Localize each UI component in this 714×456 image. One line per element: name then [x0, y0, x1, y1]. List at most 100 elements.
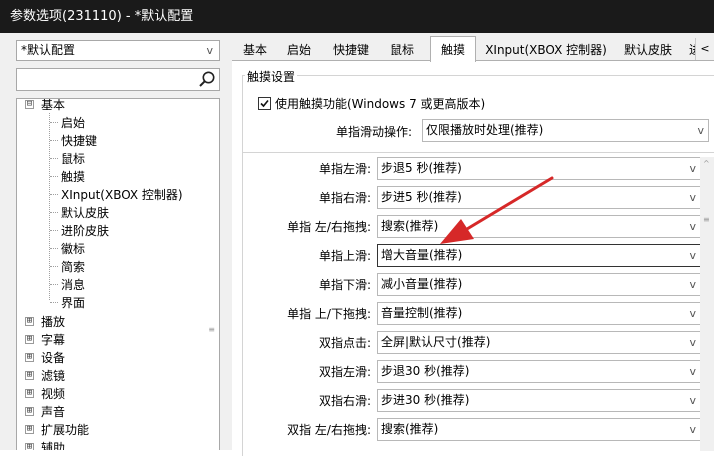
- gesture-row: 双指 左/右拖拽: 搜索(推荐) v: [243, 416, 713, 445]
- gesture-label: 单指下滑:: [318, 278, 371, 292]
- tree-item-label: 默认皮肤: [61, 206, 110, 220]
- chevron-down-icon: v: [689, 394, 696, 407]
- gesture-settings-list: 单指左滑: 步退5 秒(推荐) v 单指右滑: 步进5 秒(推荐) v 单指 左/右…: [242, 152, 714, 452]
- tree-item-label: 声音: [41, 405, 66, 419]
- gesture-row: 双指点击: 全屏|默认尺寸(推荐) v: [243, 329, 713, 358]
- gesture-row: 双指右滑: 步进30 秒(推荐) v: [243, 387, 713, 416]
- tab-bar: 基本 启始 快捷键 鼠标 触摸 XInput(XBOX 控制器) 默认皮肤 进 …: [232, 35, 714, 62]
- dropdown-value: 搜索(推荐): [381, 422, 439, 436]
- gesture-row: 单指 上/下拖拽: 音量控制(推荐) v: [243, 300, 713, 329]
- expand-icon[interactable]: ⊞: [25, 371, 34, 380]
- gesture-label: 双指点击:: [318, 336, 371, 350]
- gesture-dropdown[interactable]: 搜索(推荐) v: [377, 215, 701, 238]
- expand-icon[interactable]: ⊞: [25, 353, 34, 362]
- single-swipe-label: 单指滑动操作:: [335, 125, 412, 139]
- tree-item-label: 鼠标: [61, 152, 86, 166]
- window-titlebar: 参数选项(231110) - *默认配置: [0, 0, 714, 33]
- gesture-row: 单指上滑: 增大音量(推荐) v: [243, 242, 713, 271]
- chevron-down-icon: v: [689, 307, 696, 320]
- chevron-down-icon: v: [689, 191, 696, 204]
- chevron-down-icon: v: [206, 44, 213, 57]
- gesture-dropdown[interactable]: 减小音量(推荐) v: [377, 273, 701, 296]
- tree-item-label: 视频: [41, 387, 66, 401]
- tree-item-label: 消息: [61, 278, 86, 292]
- chevron-down-icon: v: [689, 365, 696, 378]
- window-title: 参数选项(231110) - *默认配置: [10, 9, 194, 24]
- chevron-down-icon: v: [689, 278, 696, 291]
- scroll-up-icon[interactable]: ^: [703, 159, 710, 168]
- chevron-down-icon: v: [689, 162, 696, 175]
- dropdown-value: 步进5 秒(推荐): [381, 190, 462, 204]
- dropdown-value: 仅限播放时处理(推荐): [426, 123, 544, 137]
- gesture-label: 单指左滑:: [318, 162, 371, 176]
- group-title: 触摸设置: [245, 68, 298, 85]
- tree-item-label: 辅助: [41, 441, 66, 450]
- gesture-dropdown[interactable]: 音量控制(推荐) v: [377, 302, 701, 325]
- search-input[interactable]: [16, 68, 220, 91]
- gesture-dropdown-focused[interactable]: 增大音量(推荐) v: [377, 244, 701, 267]
- tab-startup[interactable]: 启始: [280, 39, 318, 61]
- chevron-down-icon: v: [689, 249, 696, 262]
- checkbox-label: 使用触摸功能(Windows 7 或更高版本): [275, 97, 486, 111]
- expand-icon[interactable]: ⊞: [25, 407, 34, 416]
- gesture-dropdown[interactable]: 全屏|默认尺寸(推荐) v: [377, 331, 701, 354]
- dropdown-value: 步退30 秒(推荐): [381, 364, 470, 378]
- settings-scrollbar[interactable]: ^ ≡: [700, 157, 714, 451]
- single-swipe-dropdown[interactable]: 仅限播放时处理(推荐) v: [422, 119, 709, 142]
- tree-item-label: 播放: [41, 315, 66, 329]
- magnifier-icon[interactable]: [197, 70, 217, 89]
- expand-icon[interactable]: ⊞: [25, 389, 34, 398]
- tab-default-skin[interactable]: 默认皮肤: [618, 39, 678, 61]
- expand-icon[interactable]: ⊞: [25, 425, 34, 434]
- tree-item-label: 徽标: [61, 242, 86, 256]
- tab-scroll-right-icon[interactable]: <: [695, 38, 714, 60]
- tree-item-label: 字幕: [41, 333, 66, 347]
- gesture-label: 双指右滑:: [318, 394, 371, 408]
- dropdown-value: 减小音量(推荐): [381, 277, 463, 291]
- gesture-dropdown[interactable]: 步退30 秒(推荐) v: [377, 360, 701, 383]
- gesture-row: 单指右滑: 步进5 秒(推荐) v: [243, 184, 713, 213]
- gesture-label: 双指左滑:: [318, 365, 371, 379]
- expand-icon[interactable]: ⊞: [25, 335, 34, 344]
- tree-item-label: 扩展功能: [41, 423, 90, 437]
- dropdown-value: 搜索(推荐): [381, 219, 439, 233]
- preset-dropdown[interactable]: *默认配置 v: [16, 40, 220, 61]
- gesture-row: 单指 左/右拖拽: 搜索(推荐) v: [243, 213, 713, 242]
- dropdown-value: 增大音量(推荐): [381, 248, 463, 262]
- scroll-grip-icon[interactable]: ≡: [703, 215, 710, 224]
- gesture-row: 双指左滑: 步退30 秒(推荐) v: [243, 358, 713, 387]
- gesture-dropdown[interactable]: 搜索(推荐) v: [377, 418, 701, 441]
- gesture-dropdown[interactable]: 步进30 秒(推荐) v: [377, 389, 701, 412]
- dropdown-value: 全屏|默认尺寸(推荐): [381, 335, 491, 349]
- touch-settings-panel: 触摸设置 使用触摸功能(Windows 7 或更高版本) 单指滑动操作: 仅限播…: [232, 60, 714, 456]
- gesture-dropdown[interactable]: 步退5 秒(推荐) v: [377, 157, 701, 180]
- gesture-dropdown[interactable]: 步进5 秒(推荐) v: [377, 186, 701, 209]
- preferences-window: *默认配置 v ⊟ 基本 启始 快捷键 鼠标 触摸 XInput(XBOX 控制…: [0, 33, 714, 456]
- gesture-label: 单指上滑:: [318, 249, 371, 263]
- dropdown-value: 步进30 秒(推荐): [381, 393, 470, 407]
- dropdown-value: 步退5 秒(推荐): [381, 161, 462, 175]
- tree-item-label: 基本: [41, 98, 66, 112]
- tree-item-label: 触摸: [61, 170, 86, 184]
- tree-guide-line: [49, 113, 50, 300]
- gesture-label: 双指 左/右拖拽:: [287, 423, 371, 437]
- checkmark-icon: [260, 99, 269, 108]
- category-tree: ⊟ 基本 启始 快捷键 鼠标 触摸 XInput(XBOX 控制器) 默认皮肤 …: [16, 98, 220, 450]
- tab-touch[interactable]: 触摸: [430, 36, 476, 62]
- expand-icon[interactable]: ⊞: [25, 443, 34, 450]
- checkbox-box[interactable]: [258, 97, 271, 110]
- chevron-down-icon: v: [689, 423, 696, 436]
- tree-item-label: 设备: [41, 351, 66, 365]
- collapse-icon[interactable]: ⊟: [25, 100, 34, 109]
- tree-item-label: 简索: [61, 260, 86, 274]
- tab-mouse[interactable]: 鼠标: [384, 39, 420, 61]
- tab-basic[interactable]: 基本: [236, 39, 274, 61]
- tab-xinput[interactable]: XInput(XBOX 控制器): [484, 39, 608, 61]
- dropdown-value: 音量控制(推荐): [381, 306, 463, 320]
- expand-icon[interactable]: ⊞: [25, 317, 34, 326]
- tree-item-label: 快捷键: [61, 134, 98, 148]
- gesture-label: 单指 左/右拖拽:: [287, 220, 371, 234]
- tree-item-label: 滤镜: [41, 369, 66, 383]
- tab-hotkeys[interactable]: 快捷键: [326, 39, 376, 61]
- chevron-down-icon: v: [689, 336, 696, 349]
